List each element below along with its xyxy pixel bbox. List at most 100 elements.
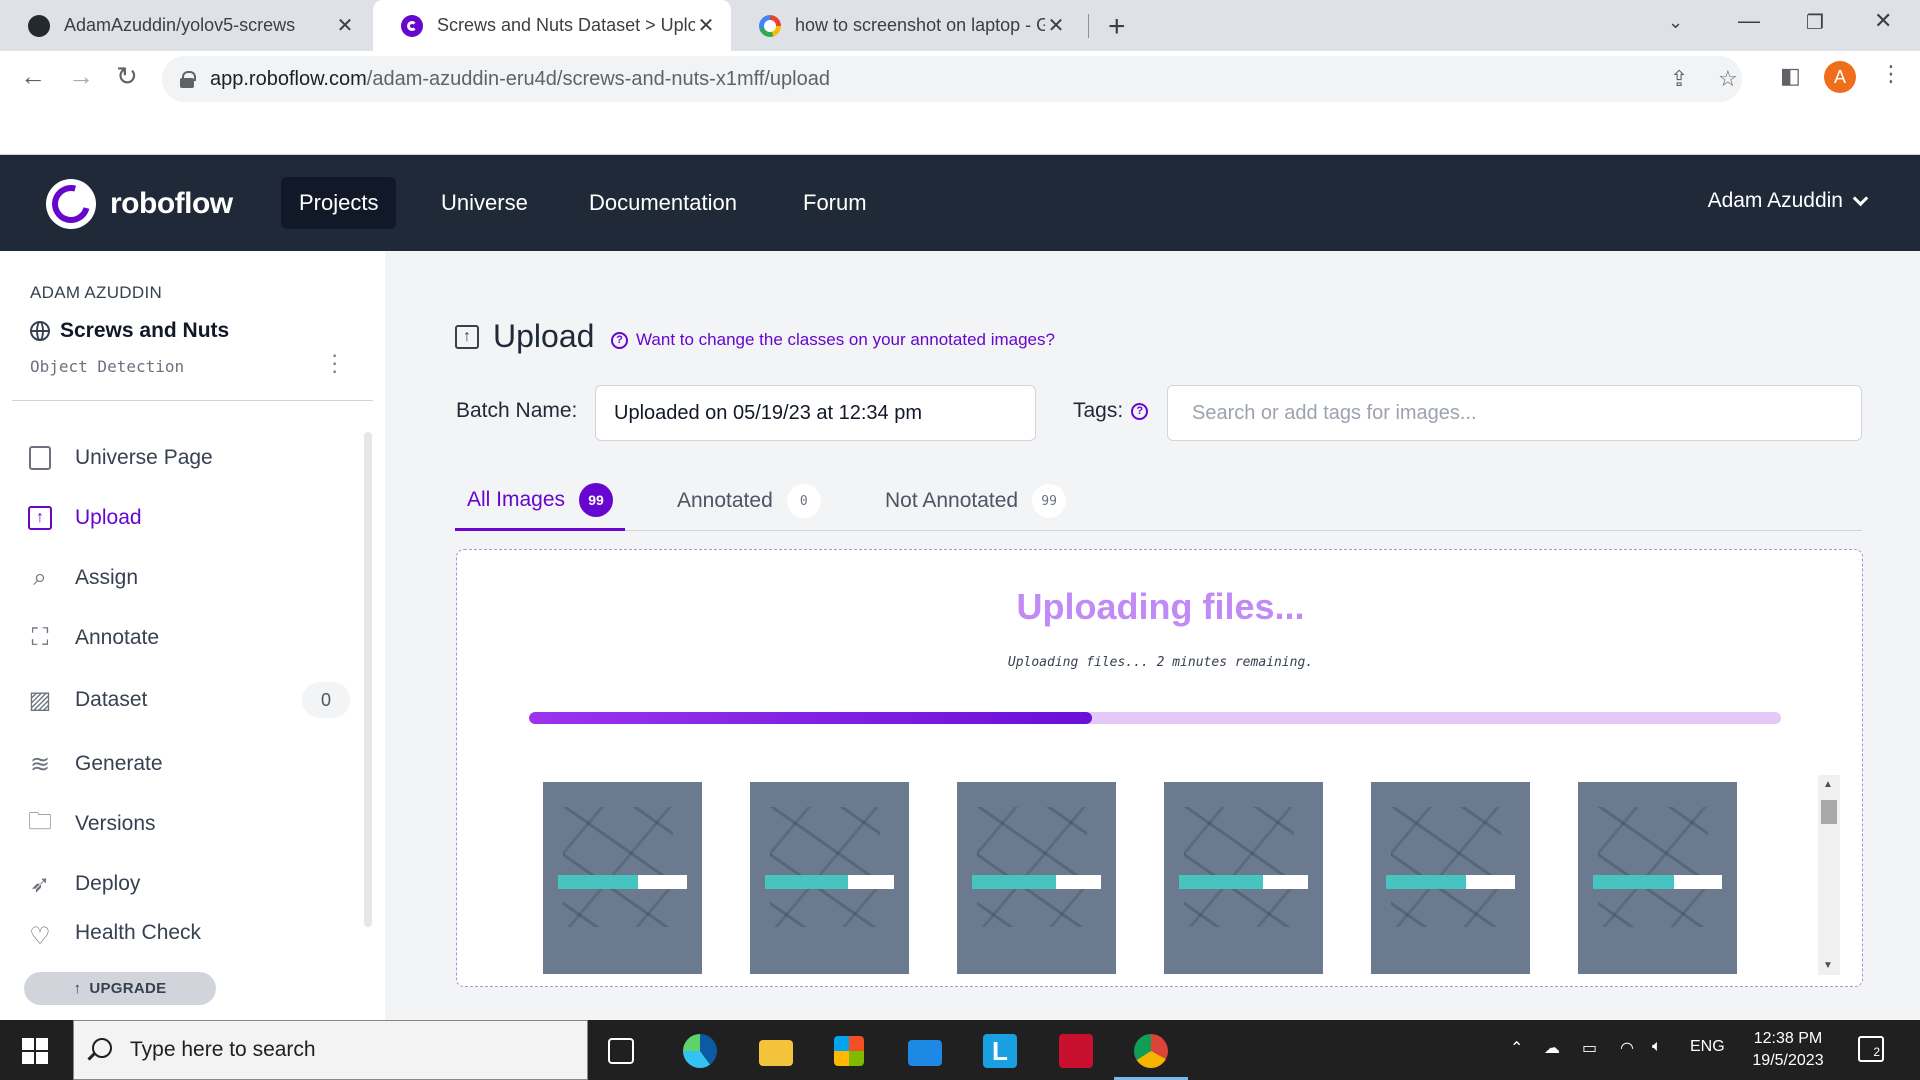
tags-label: Tags: ?: [1073, 399, 1149, 423]
tab-not-annotated[interactable]: Not Annotated 99: [873, 471, 1078, 531]
taskbar-search-box[interactable]: Type here to search: [73, 1020, 588, 1080]
back-icon[interactable]: ←: [20, 61, 46, 92]
close-tab-icon[interactable]: ✕: [695, 13, 717, 38]
notification-count: 2: [1873, 1045, 1880, 1059]
mcafee-icon[interactable]: [1059, 1034, 1093, 1068]
show-hidden-icons[interactable]: ⌃: [1510, 1038, 1523, 1058]
thumbnail-progress-bar: [1593, 875, 1722, 889]
search-icon: [92, 1038, 112, 1058]
thumbnail-progress-bar: [1386, 875, 1515, 889]
tab-search-chevron-icon[interactable]: ⌄: [1668, 12, 1683, 33]
app-l-icon[interactable]: L: [983, 1034, 1017, 1068]
user-menu[interactable]: Adam Azuddin: [1707, 189, 1869, 213]
edge-icon[interactable]: [683, 1034, 717, 1068]
sidebar-item-annotate[interactable]: ⛶ Annotate: [0, 613, 360, 663]
upload-dropzone[interactable]: Uploading files... Uploading files... 2 …: [456, 549, 1863, 987]
image-thumbnail[interactable]: [750, 782, 909, 974]
onedrive-icon[interactable]: ☁: [1544, 1038, 1560, 1058]
sidebar-item-generate[interactable]: ≋ Generate: [0, 739, 360, 789]
chrome-icon[interactable]: [1134, 1034, 1168, 1068]
image-filter-tabs: All Images 99 Annotated 0 Not Annotated …: [455, 471, 1862, 531]
side-panel-icon[interactable]: ◧: [1780, 63, 1801, 89]
tab-separator: [1088, 14, 1089, 38]
minimize-icon[interactable]: —: [1738, 8, 1760, 34]
sidebar-item-deploy[interactable]: ➶ Deploy: [0, 859, 360, 909]
browser-menu-icon[interactable]: ⋮: [1880, 61, 1902, 87]
thumbnail-progress-bar: [1179, 875, 1308, 889]
thumbnail-scrollbar[interactable]: ▲ ▼: [1818, 775, 1840, 975]
sidebar-item-versions[interactable]: 🗀 Versions: [0, 799, 360, 849]
share-icon[interactable]: ⇪: [1670, 66, 1688, 92]
project-options-icon[interactable]: · · ·: [331, 344, 338, 382]
batch-name-input[interactable]: Uploaded on 05/19/23 at 12:34 pm: [595, 385, 1036, 441]
tab-all-images[interactable]: All Images 99: [455, 471, 626, 531]
close-tab-icon[interactable]: ✕: [1045, 13, 1067, 38]
wifi-icon[interactable]: ◠: [1620, 1038, 1634, 1058]
new-tab-icon[interactable]: +: [1108, 10, 1126, 44]
user-name: Adam Azuddin: [1707, 189, 1843, 212]
image-thumbnail[interactable]: [543, 782, 702, 974]
restore-icon[interactable]: ❐: [1806, 10, 1824, 35]
nav-documentation[interactable]: Documentation: [571, 177, 755, 229]
image-thumbnail[interactable]: [1578, 782, 1737, 974]
tab-annotated[interactable]: Annotated 0: [665, 471, 833, 531]
language-indicator[interactable]: ENG: [1690, 1038, 1725, 1056]
browser-tab-roboflow[interactable]: Screws and Nuts Dataset > Uploa ✕: [373, 0, 731, 51]
thumbnail-progress-fill: [1593, 875, 1675, 889]
tags-input[interactable]: Search or add tags for images...: [1167, 385, 1862, 441]
nav-universe[interactable]: Universe: [423, 177, 546, 229]
task-view-icon[interactable]: [608, 1038, 634, 1064]
sidebar-item-assign[interactable]: ⌕ Assign: [0, 553, 360, 603]
thumbnail-progress-bar: [972, 875, 1101, 889]
upgrade-button[interactable]: ↑ UPGRADE: [24, 972, 216, 1005]
browser-tab-github[interactable]: AdamAzuddin/yolov5-screws ✕: [0, 0, 370, 51]
change-classes-link[interactable]: ? Want to change the classes on your ann…: [611, 330, 1055, 350]
chevron-down-icon: [1852, 190, 1869, 206]
url-host: app.roboflow.com: [210, 67, 367, 90]
upload-icon: ↑: [25, 503, 55, 533]
bookmark-star-icon[interactable]: ☆: [1718, 66, 1738, 92]
thumbnail-progress-fill: [765, 875, 848, 889]
volume-icon[interactable]: 🔈︎: [1652, 1038, 1662, 1056]
project-name[interactable]: Screws and Nuts: [30, 319, 229, 343]
page-title-text: Upload: [493, 318, 595, 354]
mail-icon[interactable]: [908, 1040, 942, 1066]
close-tab-icon[interactable]: ✕: [334, 13, 356, 38]
reload-icon[interactable]: ↻: [116, 61, 138, 92]
address-bar[interactable]: app.roboflow.com/adam-azuddin-eru4d/scre…: [162, 56, 1742, 102]
main-content: ↑ Upload ? Want to change the classes on…: [385, 251, 1920, 1020]
layers-icon: ≋: [29, 750, 51, 778]
windows-start-icon[interactable]: [22, 1038, 48, 1064]
sidebar-item-universe-page[interactable]: Universe Page: [0, 433, 360, 483]
scroll-down-icon[interactable]: ▼: [1823, 960, 1833, 971]
image-thumbnail[interactable]: [957, 782, 1116, 974]
batch-name-label: Batch Name:: [456, 399, 578, 422]
tab-title: AdamAzuddin/yolov5-screws: [64, 15, 296, 35]
scrollbar-thumb[interactable]: [1821, 800, 1837, 824]
store-icon[interactable]: [834, 1036, 864, 1066]
thumbnail-progress-fill: [1179, 875, 1263, 889]
browser-tab-strip: AdamAzuddin/yolov5-screws ✕ Screws and N…: [0, 0, 1920, 51]
sidebar-item-label: Annotate: [75, 626, 160, 649]
scroll-up-icon[interactable]: ▲: [1823, 779, 1833, 790]
taskbar-clock[interactable]: 12:38 PM 19/5/2023: [1736, 1028, 1840, 1072]
file-explorer-icon[interactable]: [759, 1040, 793, 1066]
battery-icon[interactable]: ▭: [1582, 1038, 1597, 1058]
image-thumbnail[interactable]: [1371, 782, 1530, 974]
profile-avatar[interactable]: A: [1824, 61, 1856, 93]
tags-help-icon[interactable]: ?: [1131, 402, 1149, 420]
roboflow-logo[interactable]: roboflow: [46, 179, 233, 229]
sidebar-item-health-check[interactable]: ♡ Health Check: [0, 917, 360, 947]
sidebar-scrollbar[interactable]: [364, 432, 372, 927]
thumbnail-progress-fill: [972, 875, 1056, 889]
window-close-icon[interactable]: ✕: [1874, 8, 1892, 34]
image-thumbnail[interactable]: [1164, 782, 1323, 974]
sidebar-item-upload[interactable]: ↑ Upload: [0, 493, 360, 543]
sidebar-item-dataset[interactable]: ▨ Dataset 0: [0, 675, 360, 725]
notification-icon[interactable]: 2: [1858, 1036, 1884, 1062]
lock-icon: [180, 71, 196, 88]
nav-projects[interactable]: Projects: [281, 177, 397, 229]
forward-icon[interactable]: →: [68, 61, 94, 92]
browser-tab-google[interactable]: how to screenshot on laptop - Go ✕: [731, 0, 1081, 51]
nav-forum[interactable]: Forum: [785, 177, 885, 229]
